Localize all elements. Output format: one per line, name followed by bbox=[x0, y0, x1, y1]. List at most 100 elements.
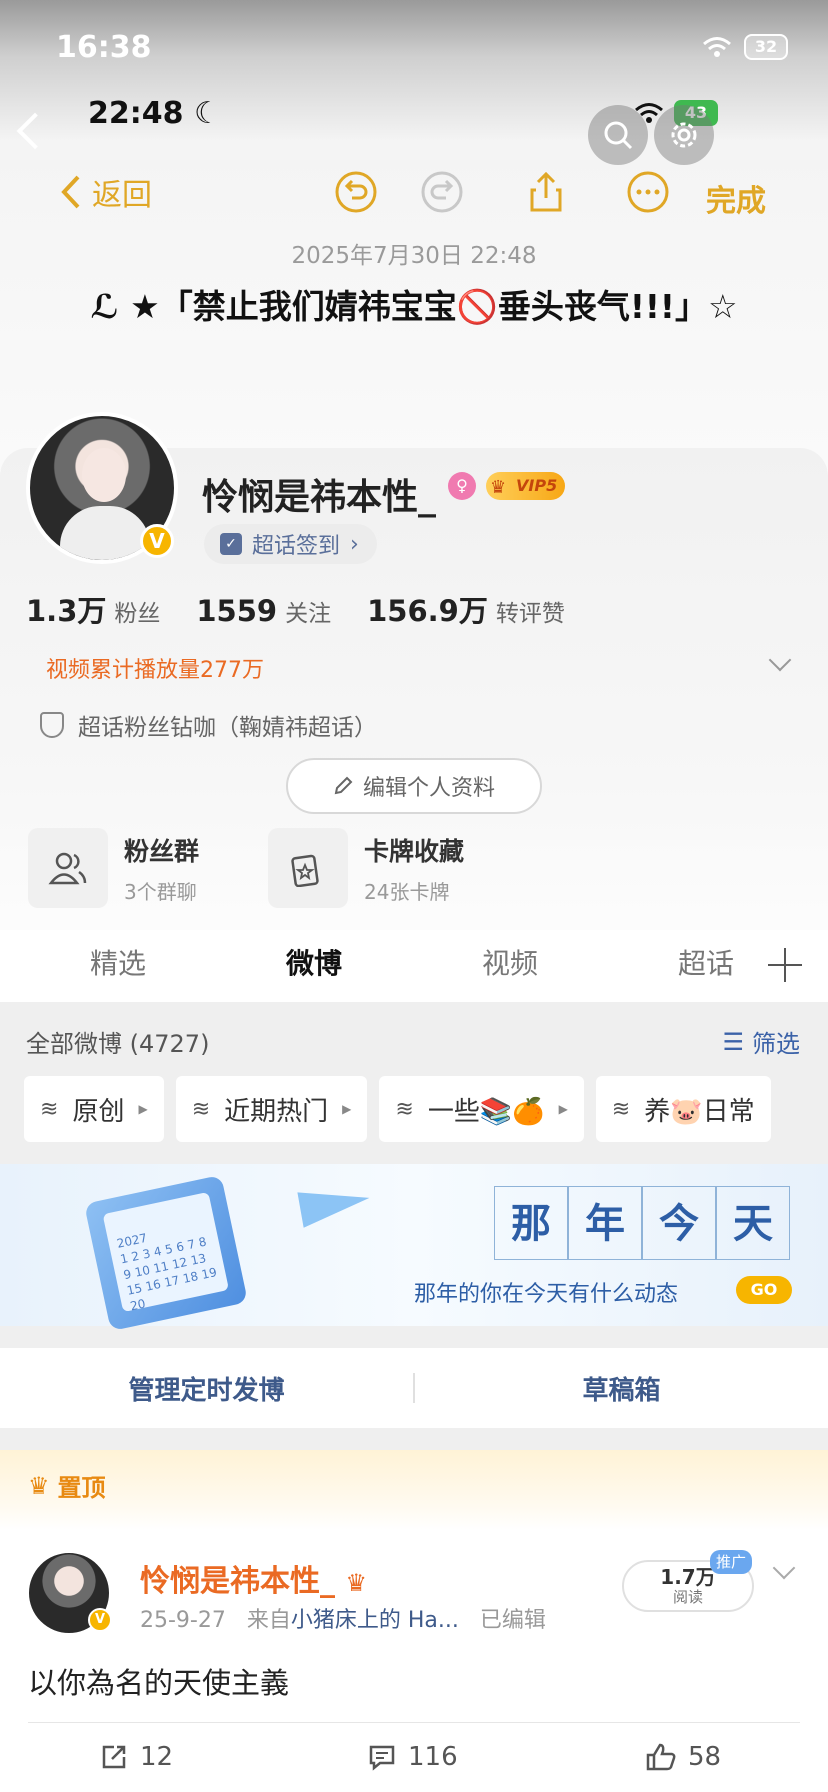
inner-time-text: 22:48 bbox=[88, 96, 184, 131]
like-button[interactable]: 58 bbox=[646, 1742, 721, 1772]
triangle-right-icon: ▶ bbox=[558, 1102, 568, 1116]
header-background bbox=[0, 0, 828, 470]
share-icon[interactable] bbox=[524, 170, 568, 214]
pencil-icon bbox=[334, 776, 353, 795]
on-this-day-title: 那 年 今 天 bbox=[494, 1186, 790, 1260]
outer-status-time: 16:38 bbox=[56, 30, 152, 65]
fan-group-tile[interactable]: 粉丝群 3个群聊 bbox=[28, 828, 199, 908]
repost-count: 12 bbox=[140, 1742, 174, 1772]
banner-char: 年 bbox=[568, 1186, 642, 1260]
signin-label: 超话签到 bbox=[252, 534, 341, 559]
comment-icon bbox=[369, 1745, 395, 1771]
chip-some[interactable]: ≋ 一些📚🍊 ▶ bbox=[379, 1076, 584, 1142]
group-icon bbox=[28, 828, 108, 908]
layers-icon: ≋ bbox=[395, 1096, 414, 1122]
shield-icon bbox=[40, 712, 64, 738]
layers-icon: ≋ bbox=[191, 1096, 211, 1122]
stat-label: 关注 bbox=[285, 601, 332, 627]
note-back-button[interactable]: 返回 bbox=[60, 170, 152, 214]
triangle-right-icon: ▶ bbox=[342, 1102, 352, 1116]
banner-char: 今 bbox=[642, 1186, 716, 1260]
pinned-label: ♛ 置顶 bbox=[28, 1468, 106, 1503]
chip-original[interactable]: ≋ 原创 ▶ bbox=[24, 1076, 164, 1142]
settings-button[interactable] bbox=[654, 105, 714, 165]
post-edited: 已编辑 bbox=[479, 1608, 546, 1633]
chevron-left-icon bbox=[61, 175, 80, 209]
layers-icon: ≋ bbox=[611, 1096, 631, 1122]
stat-likes[interactable]: 156.9万 转评赞 bbox=[367, 588, 565, 630]
filter-label: 筛选 bbox=[752, 1030, 800, 1058]
tile-subtitle: 3个群聊 bbox=[124, 879, 197, 904]
edit-profile-button[interactable]: 编辑个人资料 bbox=[286, 758, 542, 814]
chip-label: 近期热门 bbox=[224, 1096, 329, 1127]
pinned-header bbox=[0, 1450, 828, 1530]
note-date: 2025年7月30日 22:48 bbox=[291, 243, 537, 269]
banner-char: 天 bbox=[716, 1186, 790, 1260]
all-weibo-count: 全部微博 (4727) bbox=[26, 1030, 210, 1058]
edit-profile-label: 编辑个人资料 bbox=[362, 776, 495, 801]
fan-level-text: 超话粉丝钻咖（鞠婧祎超话） bbox=[78, 715, 377, 741]
note-title: ℒ ★「禁止我们婧祎宝宝🚫垂头丧气!!!」☆ bbox=[90, 287, 738, 326]
gear-icon bbox=[671, 122, 697, 148]
stat-followers[interactable]: 1.3万 粉丝 bbox=[26, 588, 160, 630]
tile-title: 粉丝群 bbox=[124, 836, 200, 866]
promote-badge[interactable]: 推广 bbox=[710, 1550, 753, 1574]
super-topic-signin-button[interactable]: ✓ 超话签到 › bbox=[204, 524, 377, 564]
calendar-illustration-page: 2027 1 2 3 4 5 6 7 8 9 10 11 12 13 15 16 … bbox=[102, 1191, 230, 1313]
filter-icon: ☰ bbox=[722, 1027, 744, 1056]
tab-weibo[interactable]: 微博 bbox=[286, 942, 342, 982]
undo-icon[interactable] bbox=[334, 170, 378, 214]
filter-button[interactable]: ☰ 筛选 bbox=[722, 1024, 800, 1059]
chip-label: 原创 bbox=[72, 1096, 125, 1127]
tab-super-topic[interactable]: 超话 bbox=[678, 942, 734, 982]
outer-status-icons: 32 bbox=[702, 34, 788, 60]
crown-icon: ♛ bbox=[28, 1471, 50, 1500]
post-text: 以你為名的天使主義 bbox=[28, 1666, 290, 1700]
moon-icon: ☾ bbox=[193, 96, 221, 131]
vip-badge[interactable]: ♛ VIP5 bbox=[486, 472, 566, 500]
stat-label: 粉丝 bbox=[114, 601, 161, 627]
tab-featured[interactable]: 精选 bbox=[90, 942, 146, 982]
tile-title: 卡牌收藏 bbox=[364, 836, 465, 866]
vip-label: VIP5 bbox=[516, 476, 558, 495]
stat-following[interactable]: 1559 关注 bbox=[196, 594, 331, 628]
post-date: 25-9-27 bbox=[140, 1608, 226, 1633]
avatar-face bbox=[82, 448, 126, 502]
card-collection-text: 卡牌收藏 24张卡牌 bbox=[364, 832, 464, 905]
banner-char: 那 bbox=[494, 1186, 568, 1260]
manage-scheduled-button[interactable]: 管理定时发博 bbox=[0, 1370, 413, 1407]
female-icon: ♀ bbox=[448, 472, 476, 500]
card-icon bbox=[268, 828, 348, 908]
verified-badge-icon: V bbox=[140, 524, 174, 558]
post-author-name[interactable]: 怜悯是祎本性_ ♛ bbox=[140, 1556, 367, 1600]
chip-recent-hot[interactable]: ≋ 近期热门 ▶ bbox=[175, 1076, 368, 1142]
done-button[interactable]: 完成 bbox=[706, 176, 766, 220]
drafts-button[interactable]: 草稿箱 bbox=[415, 1370, 828, 1407]
repost-button[interactable]: 12 bbox=[100, 1742, 173, 1772]
chip-daily[interactable]: ≋ 养🐷日常 bbox=[595, 1076, 771, 1142]
chip-label: 养🐷日常 bbox=[644, 1096, 755, 1127]
comment-button[interactable]: 116 bbox=[368, 1742, 458, 1772]
repost-icon bbox=[102, 1745, 126, 1769]
go-button[interactable]: GO bbox=[736, 1276, 792, 1304]
post-source-link[interactable]: 小猪床上的 Ha... bbox=[291, 1608, 459, 1633]
triangle-right-icon: ▶ bbox=[138, 1102, 148, 1116]
fan-level-row[interactable]: 超话粉丝钻咖（鞠婧祎超话） bbox=[40, 708, 377, 742]
tile-subtitle: 24张卡牌 bbox=[364, 879, 450, 904]
stat-value: 1.3万 bbox=[26, 594, 107, 628]
redo-icon[interactable] bbox=[420, 170, 464, 214]
crown-icon: ♛ bbox=[490, 477, 507, 498]
tab-video[interactable]: 视频 bbox=[482, 942, 538, 982]
more-icon[interactable] bbox=[626, 170, 670, 214]
card-collection-tile[interactable]: 卡牌收藏 24张卡牌 bbox=[268, 828, 464, 908]
avatar-body bbox=[60, 506, 150, 560]
add-tab-icon[interactable] bbox=[768, 948, 802, 982]
reads-label: 阅读 bbox=[672, 1588, 703, 1606]
battery-icon: 32 bbox=[744, 34, 788, 60]
banner-subtitle: 那年的你在今天有什么动态 bbox=[414, 1282, 679, 1307]
post-meta: 25-9-27 来自小猪床上的 Ha... 已编辑 bbox=[140, 1602, 546, 1634]
weibo-profile-screen: 16:38 32 22:48 ☾ 43 返回 完成 2025年7月30日 22:… bbox=[0, 0, 828, 1792]
vip-crown-icon: ♛ bbox=[345, 1569, 367, 1597]
verified-badge-icon: V bbox=[88, 1608, 112, 1632]
search-button[interactable] bbox=[588, 105, 648, 165]
